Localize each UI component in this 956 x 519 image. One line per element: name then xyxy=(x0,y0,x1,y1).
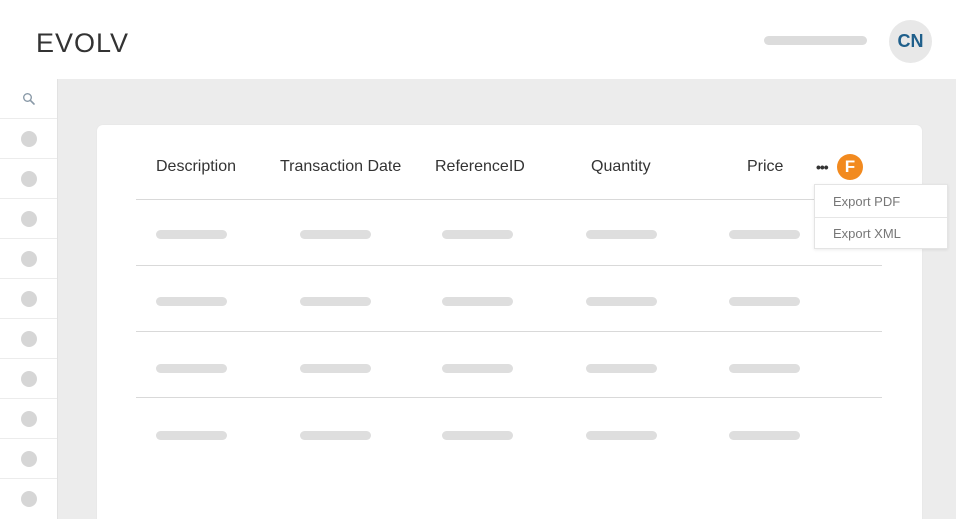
table-cell-placeholder xyxy=(729,431,800,440)
sidebar-item-5[interactable] xyxy=(0,279,57,319)
table-row-divider xyxy=(136,265,882,266)
sidebar-item-7[interactable] xyxy=(0,359,57,399)
table-cell-placeholder xyxy=(156,431,227,440)
table-cell-placeholder xyxy=(729,364,800,373)
sidebar-item-9[interactable] xyxy=(0,439,57,479)
sidebar-item-icon xyxy=(20,450,37,467)
more-options-icon[interactable]: ••• xyxy=(816,160,829,174)
sidebar-item-10[interactable] xyxy=(0,479,57,519)
sidebar-item-4[interactable] xyxy=(0,239,57,279)
sidebar-item-2[interactable] xyxy=(0,159,57,199)
app-logo[interactable]: EVOLV xyxy=(36,28,129,59)
table-cell-placeholder xyxy=(442,364,513,373)
sidebar-item-1[interactable] xyxy=(0,119,57,159)
top-bar: EVOLV CN xyxy=(0,0,956,79)
table-header-divider xyxy=(136,199,882,200)
user-avatar[interactable]: CN xyxy=(889,20,932,63)
table-cell-placeholder xyxy=(729,297,800,306)
sidebar-item-icon xyxy=(20,130,37,147)
table-cell-placeholder xyxy=(729,230,800,239)
top-bar-placeholder xyxy=(764,36,867,45)
table-row-divider xyxy=(136,331,882,332)
export-badge[interactable]: F xyxy=(837,154,863,180)
sidebar-item-icon xyxy=(20,170,37,187)
table-cell-placeholder xyxy=(586,364,657,373)
table-cell-placeholder xyxy=(156,297,227,306)
table-row-divider xyxy=(136,397,882,398)
table-cell-placeholder xyxy=(156,230,227,239)
column-header-quantity[interactable]: Quantity xyxy=(591,158,651,176)
column-header-transaction-date[interactable]: Transaction Date xyxy=(280,158,401,176)
sidebar-item-icon xyxy=(20,330,37,347)
sidebar-item-icon xyxy=(20,410,37,427)
sidebar-item-icon xyxy=(20,370,37,387)
export-xml-menu-item[interactable]: Export XML xyxy=(815,217,947,249)
column-header-price[interactable]: Price xyxy=(747,158,783,176)
sidebar xyxy=(0,79,58,519)
table-cell-placeholder xyxy=(300,230,371,239)
sidebar-item-icon xyxy=(20,210,37,227)
sidebar-item-icon xyxy=(20,290,37,307)
table-cell-placeholder xyxy=(156,364,227,373)
table-cell-placeholder xyxy=(586,297,657,306)
sidebar-item-3[interactable] xyxy=(0,199,57,239)
sidebar-item-6[interactable] xyxy=(0,319,57,359)
table-cell-placeholder xyxy=(300,364,371,373)
table-cell-placeholder xyxy=(586,431,657,440)
sidebar-item-8[interactable] xyxy=(0,399,57,439)
export-dropdown-menu: Export PDF Export XML xyxy=(814,184,948,249)
table-cell-placeholder xyxy=(300,431,371,440)
sidebar-item-search[interactable] xyxy=(0,79,57,119)
table-cell-placeholder xyxy=(442,297,513,306)
export-pdf-menu-item[interactable]: Export PDF xyxy=(815,185,947,217)
search-icon xyxy=(22,92,35,105)
table-cell-placeholder xyxy=(442,431,513,440)
sidebar-item-icon xyxy=(20,250,37,267)
transactions-card xyxy=(97,125,922,519)
table-cell-placeholder xyxy=(300,297,371,306)
table-cell-placeholder xyxy=(442,230,513,239)
table-cell-placeholder xyxy=(586,230,657,239)
column-header-description[interactable]: Description xyxy=(156,158,236,176)
sidebar-item-icon xyxy=(20,491,37,507)
column-header-reference-id[interactable]: ReferenceID xyxy=(435,158,525,176)
